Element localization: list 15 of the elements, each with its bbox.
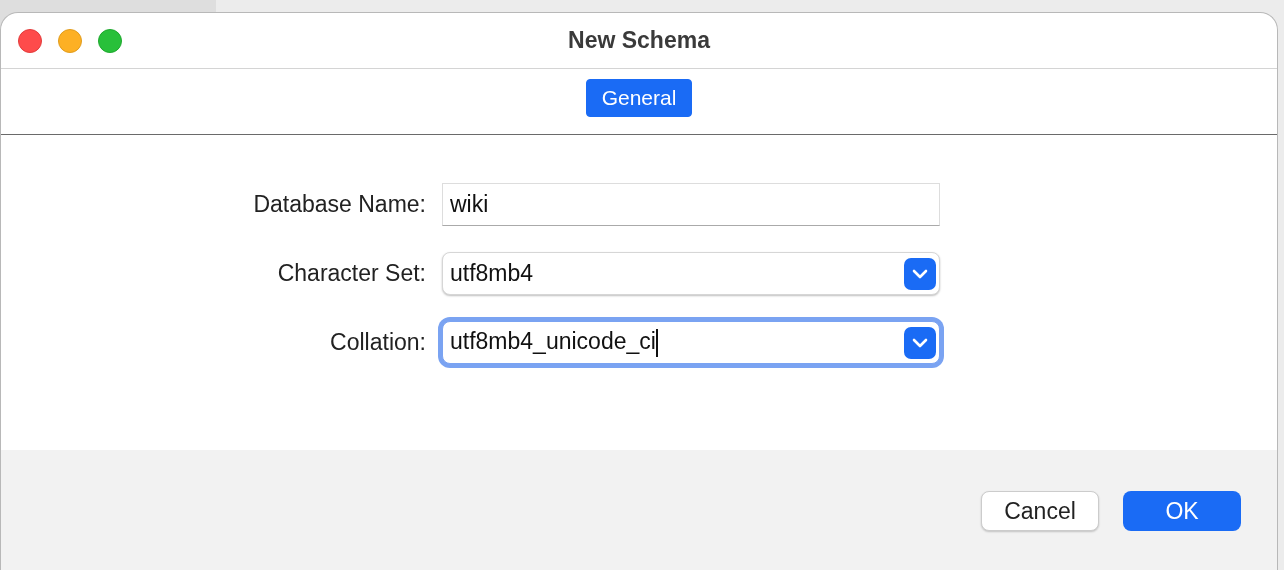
field-label: Database Name: (252, 191, 426, 218)
field-label: Character Set: (276, 260, 426, 287)
chevron-down-icon (904, 257, 936, 290)
close-button[interactable] (18, 28, 42, 53)
window-title: New Schema (568, 27, 710, 54)
text-field[interactable]: wiki (442, 183, 940, 226)
text-cursor (655, 328, 658, 357)
minimize-button[interactable] (58, 28, 82, 53)
dropdown-field[interactable]: utf8mb4 (442, 252, 940, 295)
chevron-down-icon (904, 326, 936, 359)
cancel-button[interactable]: Cancel (981, 491, 1099, 531)
field-label: Collation: (329, 329, 426, 356)
ok-button[interactable]: OK (1123, 491, 1241, 531)
tab[interactable]: General (585, 79, 693, 117)
zoom-button[interactable] (98, 28, 122, 53)
